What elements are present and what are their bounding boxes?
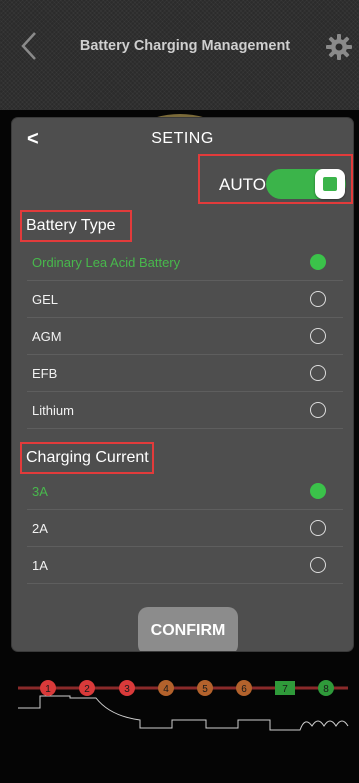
radio-selected-icon[interactable] — [310, 483, 326, 499]
stage-8-label: 8 — [323, 684, 329, 695]
stage-4-label: 4 — [163, 684, 169, 695]
battery-type-option[interactable]: GEL — [12, 282, 353, 318]
row-divider — [27, 583, 343, 584]
toggle-knob — [315, 169, 345, 199]
back-chevron-icon[interactable] — [20, 31, 38, 61]
charging-current-option-label: 2A — [32, 521, 48, 536]
charging-current-option[interactable]: 3A — [12, 474, 353, 510]
app-title: Battery Charging Management — [79, 38, 291, 54]
settings-dialog: < SETING AUTO Battery Type Ordinary Lea … — [12, 118, 353, 651]
stage-2-label: 2 — [84, 684, 90, 695]
charge-curve — [18, 695, 349, 731]
row-divider — [27, 280, 343, 281]
battery-type-option[interactable]: AGM — [12, 319, 353, 355]
auto-label: AUTO — [219, 175, 266, 194]
battery-type-option[interactable]: EFB — [12, 356, 353, 392]
dialog-header: < SETING — [12, 118, 353, 158]
charging-current-option[interactable]: 1A — [12, 548, 353, 584]
row-divider — [27, 354, 343, 355]
battery-type-option-label: GEL — [32, 292, 59, 307]
radio-unselected-icon[interactable] — [310, 365, 326, 381]
battery-type-option[interactable]: Lithium — [12, 393, 353, 429]
charging-current-option[interactable]: 2A — [12, 511, 353, 547]
row-divider — [27, 317, 343, 318]
radio-unselected-icon[interactable] — [310, 520, 326, 536]
battery-type-option-label: Ordinary Lea Acid Battery — [32, 255, 181, 270]
battery-type-option-label: EFB — [32, 366, 58, 381]
stage-6-label: 6 — [241, 684, 247, 695]
charging-current-title: Charging Current — [26, 449, 149, 466]
row-divider — [27, 391, 343, 392]
battery-type-option-label: AGM — [32, 329, 62, 344]
radio-unselected-icon[interactable] — [310, 557, 326, 573]
radio-unselected-icon[interactable] — [310, 291, 326, 307]
stage-5-label: 5 — [202, 684, 208, 695]
dialog-title: SETING — [151, 130, 214, 147]
charging-current-option-label: 1A — [32, 558, 48, 573]
charging-stages-diagram: 1 2 3 4 5 6 7 8 — [18, 680, 349, 731]
row-divider — [27, 509, 343, 510]
radio-unselected-icon[interactable] — [310, 402, 326, 418]
radio-unselected-icon[interactable] — [310, 328, 326, 344]
row-divider — [27, 546, 343, 547]
gear-icon[interactable] — [326, 34, 352, 60]
battery-type-title: Battery Type — [26, 217, 116, 234]
stage-1-label: 1 — [45, 684, 51, 695]
battery-type-option-label: Lithium — [32, 403, 74, 418]
confirm-button[interactable]: CONFIRM — [138, 607, 238, 651]
stage-3-label: 3 — [124, 684, 130, 695]
row-divider — [27, 428, 343, 429]
battery-type-option[interactable]: Ordinary Lea Acid Battery — [12, 245, 353, 281]
radio-selected-icon[interactable] — [310, 254, 326, 270]
auto-toggle[interactable] — [266, 169, 346, 199]
app-header: Battery Charging Management — [0, 0, 359, 110]
charging-current-option-label: 3A — [32, 484, 48, 499]
stage-7-label: 7 — [282, 684, 288, 695]
